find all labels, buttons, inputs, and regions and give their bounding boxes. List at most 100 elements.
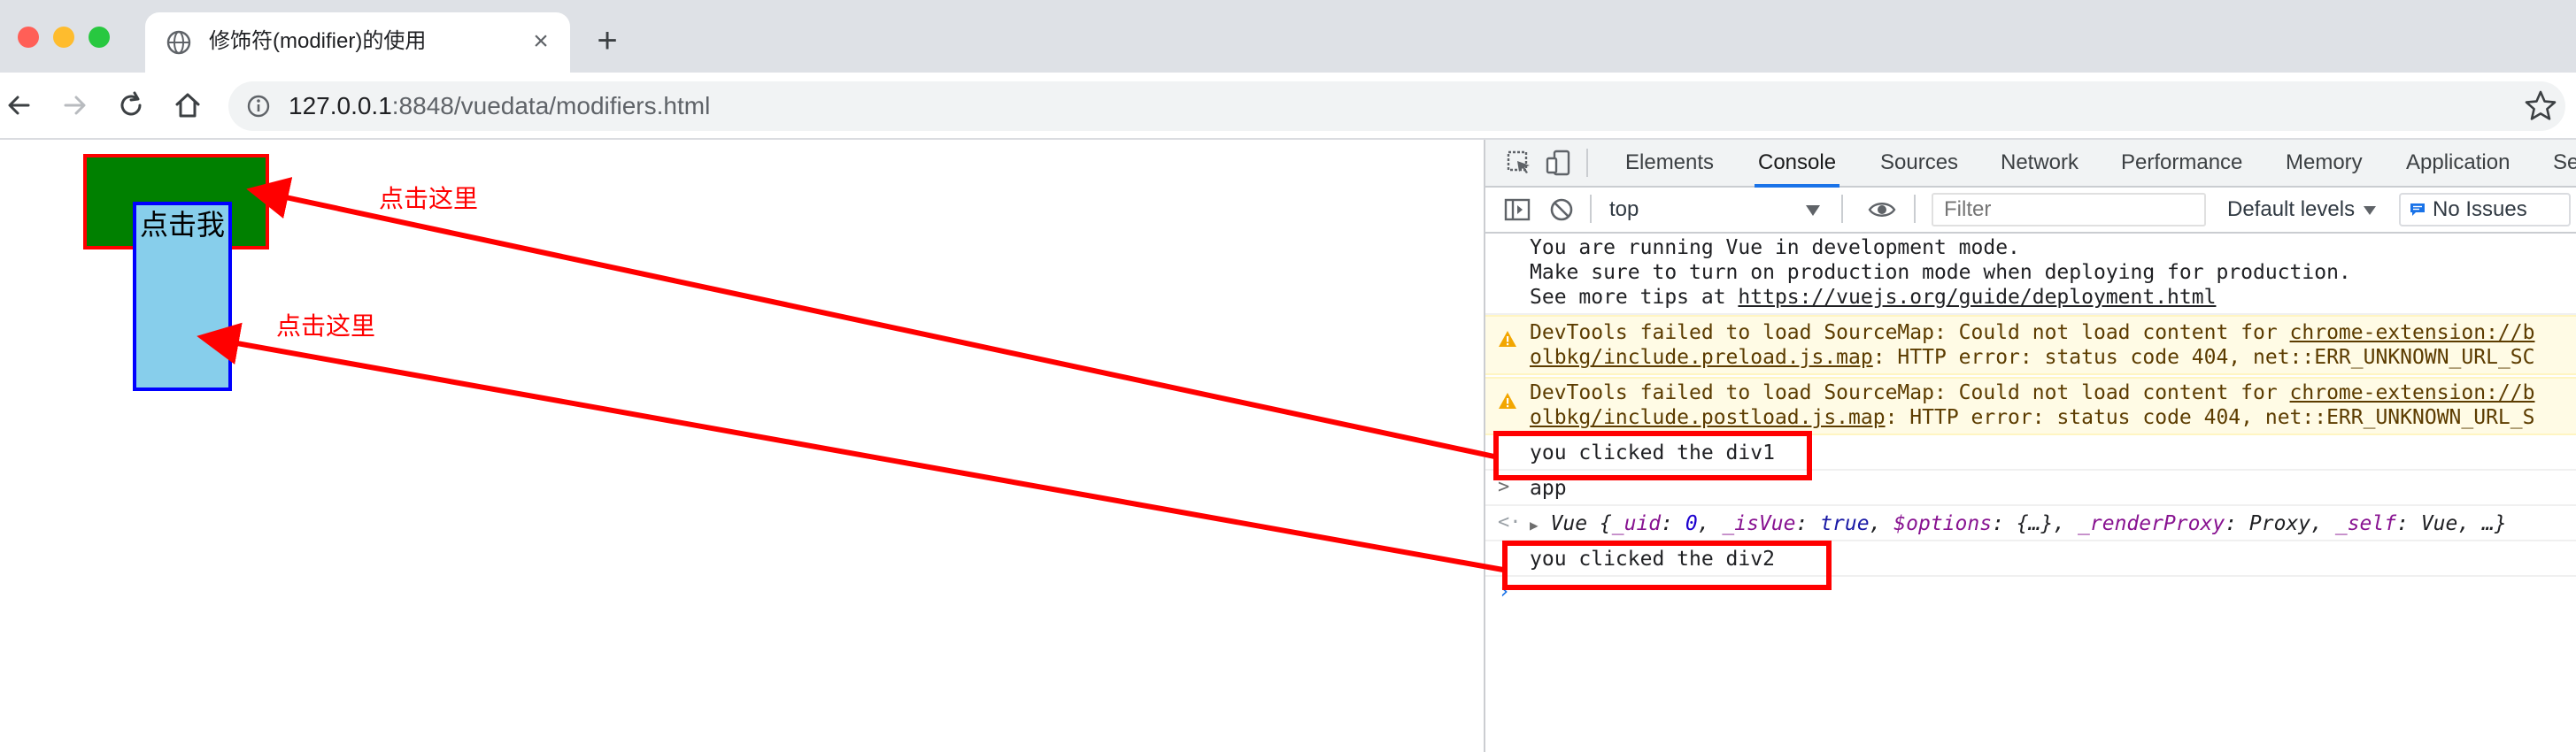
show-sidebar-icon[interactable]: [1503, 196, 1531, 224]
maximize-window-button[interactable]: [89, 27, 110, 48]
console-warning-preload: DevTools failed to load SourceMap: Could…: [1485, 315, 2576, 375]
site-info-icon[interactable]: [246, 94, 271, 119]
console-prompt-icon[interactable]: ›: [1498, 579, 1510, 603]
console-message-vue-info: You are running Vue in development mode.…: [1485, 234, 2576, 315]
sourcemap-link[interactable]: olbkg/include.postload.js.map: [1530, 406, 1886, 429]
result-arrow-icon: <·: [1498, 511, 1522, 533]
inner-div-blue[interactable]: 点击我: [133, 202, 232, 391]
log-levels-dropdown[interactable]: Default levels: [2227, 193, 2377, 226]
tab-title: 修饰符(modifier)的使用: [209, 29, 427, 53]
minimize-window-button[interactable]: [53, 27, 74, 48]
console-line: olbkg/include.preload.js.map: HTTP error…: [1530, 345, 2534, 370]
vue-deployment-link[interactable]: https://vuejs.org/guide/deployment.html: [1738, 286, 2216, 309]
devtools-panel: Elements Console Sources Network Perform…: [1484, 140, 2576, 752]
console-input: > app: [1485, 471, 2576, 506]
console-text: DevTools failed to load SourceMap: Could…: [1530, 381, 2290, 404]
browser-tab-strip: 修饰符(modifier)的使用 × +: [0, 0, 2576, 73]
input-caret-icon: >: [1498, 476, 1510, 498]
log-levels-label: Default levels: [2227, 197, 2356, 221]
console-line: Make sure to turn on production mode whe…: [1530, 261, 2351, 284]
click-me-text: 点击我: [139, 209, 225, 241]
warning-icon: [1499, 393, 1516, 409]
bookmark-star-icon[interactable]: [2523, 88, 2558, 124]
console-line: DevTools failed to load SourceMap: Could…: [1530, 380, 2534, 405]
close-window-button[interactable]: [18, 27, 39, 48]
close-tab-icon[interactable]: ×: [526, 27, 556, 57]
tab-network[interactable]: Network: [2001, 140, 2079, 186]
device-toolbar-icon[interactable]: [1544, 149, 1572, 177]
extension-link[interactable]: chrome-extension://b: [2290, 381, 2535, 404]
url-path: :8848/vuedata/modifiers.html: [391, 92, 711, 119]
console-text: : HTTP error: status code 404, net::ERR_…: [1885, 406, 2535, 429]
browser-toolbar: 127.0.0.1:8848/vuedata/modifiers.html: [0, 73, 2576, 140]
tab-application[interactable]: Application: [2406, 140, 2510, 186]
annotation-click-here-1: 点击这里: [379, 185, 479, 212]
extension-link[interactable]: chrome-extension://b: [2290, 321, 2535, 344]
vue-object-preview[interactable]: ▶ Vue {_uid: 0, _isVue: true, $options: …: [1530, 511, 2507, 538]
tab-console[interactable]: Console: [1754, 140, 1840, 188]
console-warning-postload: DevTools failed to load SourceMap: Could…: [1485, 377, 2576, 435]
console-line: you clicked the div1: [1530, 441, 1775, 464]
filter-separator: [1590, 195, 1592, 223]
chevron-down-icon: [1806, 205, 1820, 216]
console-log-div1: you clicked the div1: [1485, 435, 2576, 471]
inspect-element-icon[interactable]: [1505, 149, 1533, 177]
message-icon: [2410, 203, 2425, 216]
tab-performance[interactable]: Performance: [2121, 140, 2242, 186]
object-value: {…}: [2016, 512, 2054, 535]
toolbar-separator: [1586, 149, 1588, 177]
object-prefix: Vue {: [1550, 512, 1612, 535]
tab-memory[interactable]: Memory: [2286, 140, 2363, 186]
page-viewport: 点击我 点击这里 点击这里: [0, 140, 1484, 752]
object-key: _self: [2334, 512, 2397, 535]
sourcemap-link[interactable]: olbkg/include.preload.js.map: [1530, 346, 1873, 369]
filter-separator-2: [1841, 195, 1843, 223]
devtools-tab-bar: Elements Console Sources Network Perform…: [1485, 140, 2576, 188]
console-filter-bar: top Default levels No Issues: [1485, 188, 2576, 234]
object-value: true: [1820, 512, 1870, 535]
console-line: olbkg/include.postload.js.map: HTTP erro…: [1530, 405, 2534, 430]
console-messages: You are running Vue in development mode.…: [1485, 234, 2576, 752]
tab-sources[interactable]: Sources: [1880, 140, 1958, 186]
issues-button[interactable]: No Issues: [2399, 193, 2571, 226]
home-icon[interactable]: [172, 89, 204, 121]
reload-icon[interactable]: [115, 89, 147, 121]
tab-security[interactable]: Se: [2553, 140, 2576, 186]
object-key: _renderProxy: [2078, 512, 2225, 535]
context-value: top: [1609, 197, 1639, 221]
tab-elements[interactable]: Elements: [1625, 140, 1714, 186]
issues-label: No Issues: [2433, 197, 2527, 221]
object-value: Proxy: [2248, 512, 2311, 535]
new-tab-button[interactable]: +: [590, 23, 625, 58]
url-host: 127.0.0.1: [289, 92, 392, 119]
console-text: See more tips at: [1530, 286, 1739, 309]
console-line: app: [1530, 477, 1567, 500]
globe-icon: [166, 30, 191, 55]
clear-console-icon[interactable]: [1547, 196, 1576, 224]
browser-tab-active[interactable]: 修饰符(modifier)的使用 ×: [145, 12, 570, 73]
forward-arrow-icon[interactable]: [58, 89, 90, 121]
object-key: _isVue: [1722, 512, 1796, 535]
console-line: you clicked the div2: [1530, 548, 1775, 571]
console-line: DevTools failed to load SourceMap: Could…: [1530, 320, 2534, 345]
filter-separator-3: [1914, 195, 1916, 223]
context-selector[interactable]: top: [1609, 193, 1822, 226]
object-value: 0: [1685, 512, 1698, 535]
console-line: You are running Vue in development mode.: [1530, 236, 2020, 259]
url-text: 127.0.0.1:8848/vuedata/modifiers.html: [289, 92, 710, 120]
eye-icon[interactable]: [1868, 196, 1896, 224]
back-arrow-icon[interactable]: [4, 89, 35, 121]
object-suffix: , …}: [2457, 512, 2507, 535]
chevron-down-icon: [2364, 205, 2377, 215]
object-key: $options: [1893, 512, 1993, 535]
console-line: See more tips at https://vuejs.org/guide…: [1530, 285, 2216, 310]
annotation-click-here-2: 点击这里: [276, 312, 376, 340]
console-result: <· ▶ Vue {_uid: 0, _isVue: true, $option…: [1485, 506, 2576, 541]
address-bar[interactable]: 127.0.0.1:8848/vuedata/modifiers.html: [228, 81, 2565, 131]
object-value: Vue: [2420, 512, 2458, 535]
warning-icon: [1499, 331, 1516, 347]
console-filter-input[interactable]: [1932, 193, 2206, 226]
expand-triangle-icon[interactable]: ▶: [1530, 517, 1539, 533]
console-text: DevTools failed to load SourceMap: Could…: [1530, 321, 2290, 344]
console-log-div2: you clicked the div2: [1485, 541, 2576, 577]
